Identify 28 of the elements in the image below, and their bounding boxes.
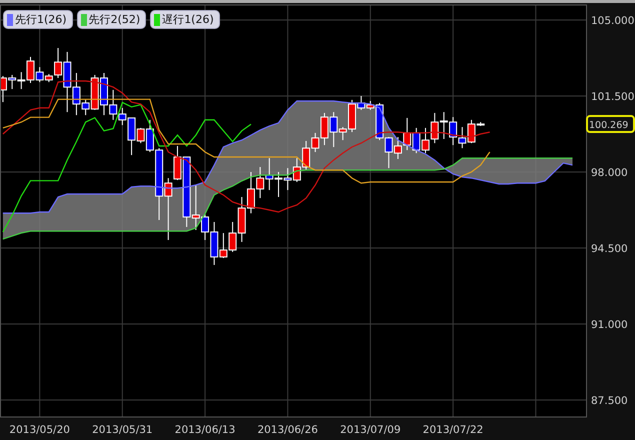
candlestick (265, 158, 274, 191)
axis-label: 2013/06/13 (174, 424, 236, 436)
candlestick (449, 116, 458, 146)
legend-label: 先行1(26) (15, 12, 67, 27)
candlestick (284, 168, 292, 191)
axis-label: 2013/05/31 (92, 424, 153, 436)
axis-label: 2013/05/20 (9, 424, 70, 436)
legend-label: 遅行1(26) (162, 12, 214, 27)
axis-label: 2013/07/09 (340, 424, 401, 436)
legend-label: 先行2(52) (88, 12, 140, 27)
axis-label: 105.000 (591, 14, 634, 27)
price-label: 100.269 (586, 115, 635, 134)
candlestick (430, 112, 439, 144)
candlestick (384, 136, 393, 169)
axis-label: 94.500 (591, 243, 628, 256)
candlestick (440, 112, 448, 140)
axis-label: 87.500 (591, 395, 628, 408)
axis-label: 101.500 (591, 91, 634, 103)
axis-label: 98.000 (591, 167, 628, 180)
candlestick (458, 126, 466, 149)
axis-label: 2013/06/26 (257, 424, 318, 436)
axis-label: 2013/07/22 (422, 424, 484, 436)
candlestick (292, 158, 301, 182)
candlestick (246, 172, 255, 214)
axis-label: 91.000 (591, 319, 628, 332)
candlestick (274, 172, 283, 198)
candlestick (412, 127, 420, 154)
candlestick (256, 166, 264, 199)
